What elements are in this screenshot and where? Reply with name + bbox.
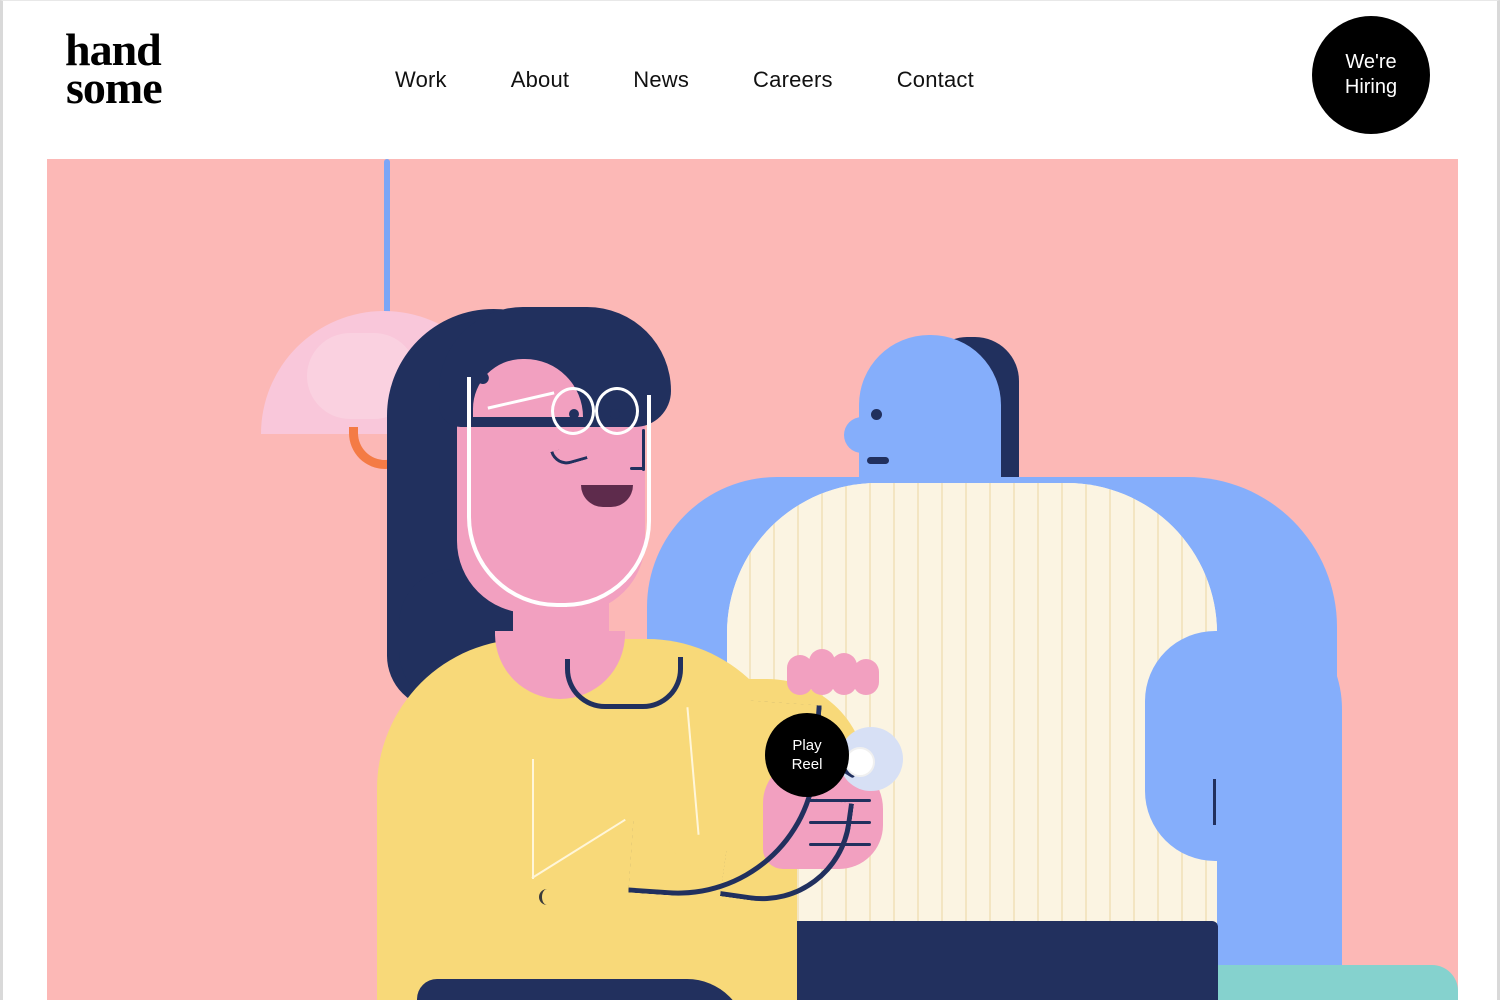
stethoscope-chestpiece: [845, 747, 875, 777]
hiring-badge-line-2: Hiring: [1344, 76, 1398, 98]
hiring-badge-line-1: We're: [1345, 51, 1397, 73]
logo-line-2: some: [66, 61, 163, 113]
patient-nose: [844, 417, 874, 453]
nav-item-careers[interactable]: Careers: [753, 63, 833, 97]
nav-item-work[interactable]: Work: [395, 63, 447, 97]
patient-armhole-seam: [1213, 779, 1216, 825]
nav-item-about[interactable]: About: [511, 63, 570, 97]
hero-illustration[interactable]: Play Reel: [47, 159, 1458, 1000]
pendant-lamp-cord: [384, 159, 390, 317]
patient-mouth: [867, 457, 889, 464]
site-logo[interactable]: hand some: [65, 27, 163, 113]
play-reel-button[interactable]: Play Reel: [765, 713, 849, 797]
main-navigation: Work About News Careers Contact: [395, 63, 974, 97]
patient-jeans: [784, 921, 1218, 1000]
were-hiring-badge[interactable]: We're Hiring: [1312, 16, 1430, 134]
sweater-fold-highlight-1: [532, 759, 534, 879]
patient-armhole: [1145, 631, 1265, 861]
site-header: hand some Work About News Careers Contac…: [3, 1, 1497, 159]
browser-viewport: hand some Work About News Careers Contac…: [0, 0, 1500, 1000]
doctor-eye-left: [569, 409, 579, 419]
play-reel-line-2: Reel: [791, 756, 823, 773]
stethoscope-earpiece-wire-right: [565, 395, 651, 607]
doctor-navy-skirt: [417, 979, 747, 1000]
patient-eye: [871, 409, 882, 420]
nav-item-contact[interactable]: Contact: [897, 63, 974, 97]
patient-ear: [925, 403, 955, 439]
sweater-detail-mark: [539, 889, 549, 905]
doctor-eye-right: [610, 409, 620, 419]
finger-4: [853, 659, 879, 695]
play-reel-line-1: Play: [792, 736, 822, 754]
nav-item-news[interactable]: News: [633, 63, 689, 97]
doctor-fingers-on-shoulder: [787, 649, 885, 695]
